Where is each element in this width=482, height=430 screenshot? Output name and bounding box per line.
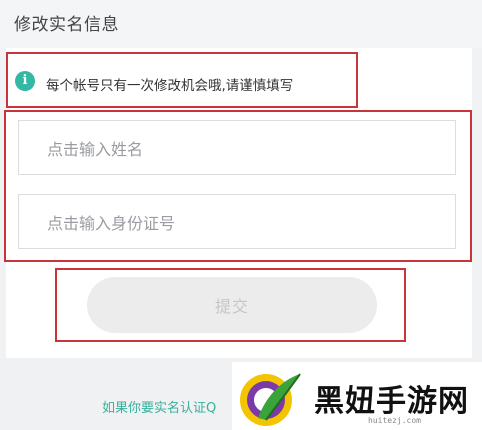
info-icon: i bbox=[15, 71, 35, 91]
watermark-url: huitezj.com bbox=[368, 416, 421, 425]
notice-banner: i 每个帐号只有一次修改机会哦,请谨慎填写 bbox=[6, 52, 358, 108]
submit-area: 提交 bbox=[55, 268, 406, 342]
watermark: 黑妞手游网 huitezj.com bbox=[232, 362, 482, 430]
watermark-logo-icon bbox=[240, 373, 301, 426]
real-name-auth-link[interactable]: 如果你要实名认证Q bbox=[102, 397, 216, 416]
page-title: 修改实名信息 bbox=[14, 15, 119, 35]
name-input[interactable]: 点击输入姓名 bbox=[18, 120, 456, 175]
submit-button[interactable]: 提交 bbox=[87, 277, 377, 333]
input-fields-group: 点击输入姓名 点击输入身份证号 bbox=[4, 110, 472, 262]
page-header: 修改实名信息 bbox=[0, 0, 482, 48]
watermark-text: 黑妞手游网 bbox=[314, 384, 469, 419]
notice-text: 每个帐号只有一次修改机会哦,请谨慎填写 bbox=[46, 78, 294, 94]
id-number-input[interactable]: 点击输入身份证号 bbox=[18, 194, 456, 249]
